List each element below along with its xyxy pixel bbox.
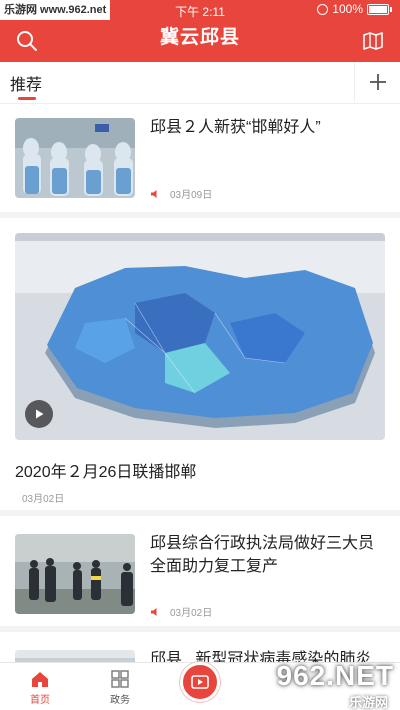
play-icon[interactable] [25, 400, 53, 428]
battery-cap [390, 6, 392, 12]
news-thumbnail [15, 118, 135, 198]
battery-percent: 100% [332, 2, 363, 16]
tab-recommend[interactable]: 推荐 [10, 71, 42, 95]
news-item[interactable]: 邱县２人新获“邯郸好人” 03月09日 [0, 104, 400, 218]
news-date: 03月09日 [170, 190, 213, 201]
video-thumbnail [15, 233, 385, 440]
watermark-logo: 962.NET [276, 660, 394, 691]
status-bar: 乐游网 www.962.net 下午 2:11 100% [0, 0, 400, 20]
add-channel-button[interactable] [354, 62, 400, 102]
video-title: 2020年２月26日联播邯郸 [15, 464, 197, 481]
speaker-icon [151, 189, 157, 198]
app-header: 乐游网 www.962.net 下午 2:11 100% 冀云邱县 [0, 0, 400, 62]
grid-icon [111, 670, 129, 688]
news-meta: 03月09日 [150, 186, 212, 201]
plus-icon [369, 74, 386, 90]
news-thumbnail [15, 534, 135, 614]
channel-tabbar: 推荐 [0, 62, 400, 104]
battery-icon [367, 3, 389, 15]
news-date: 03月02日 [170, 608, 213, 619]
news-title: 邱县２人新获“邯郸好人” [150, 119, 321, 136]
app-title: 冀云邱县 [159, 27, 240, 48]
news-title: 邱县综合行政执法局做好三大员 全面助力复工复产 [150, 535, 375, 575]
alarm-icon [317, 3, 329, 15]
video-item[interactable]: 2020年２月26日联播邯郸 03月02日 [0, 218, 400, 516]
video-center-button[interactable] [180, 662, 220, 702]
news-item[interactable]: 邱县综合行政执法局做好三大员 全面助力复工复产 03月02日 [0, 516, 400, 632]
status-indicators: 100% [317, 2, 392, 16]
map-icon[interactable] [362, 30, 384, 52]
nav-government[interactable]: 政务 [95, 669, 145, 706]
nav-home-label: 首页 [30, 695, 50, 706]
watermark-logo-sub: 乐游网 [348, 695, 388, 710]
nav-home[interactable]: 首页 [15, 669, 65, 706]
video-icon [191, 675, 209, 689]
video-date: 03月02日 [22, 494, 65, 505]
tab-active-indicator [18, 97, 36, 100]
nav-government-label: 政务 [110, 695, 130, 706]
speaker-icon [151, 607, 157, 616]
home-icon [32, 672, 48, 687]
news-meta: 03月02日 [150, 604, 212, 619]
